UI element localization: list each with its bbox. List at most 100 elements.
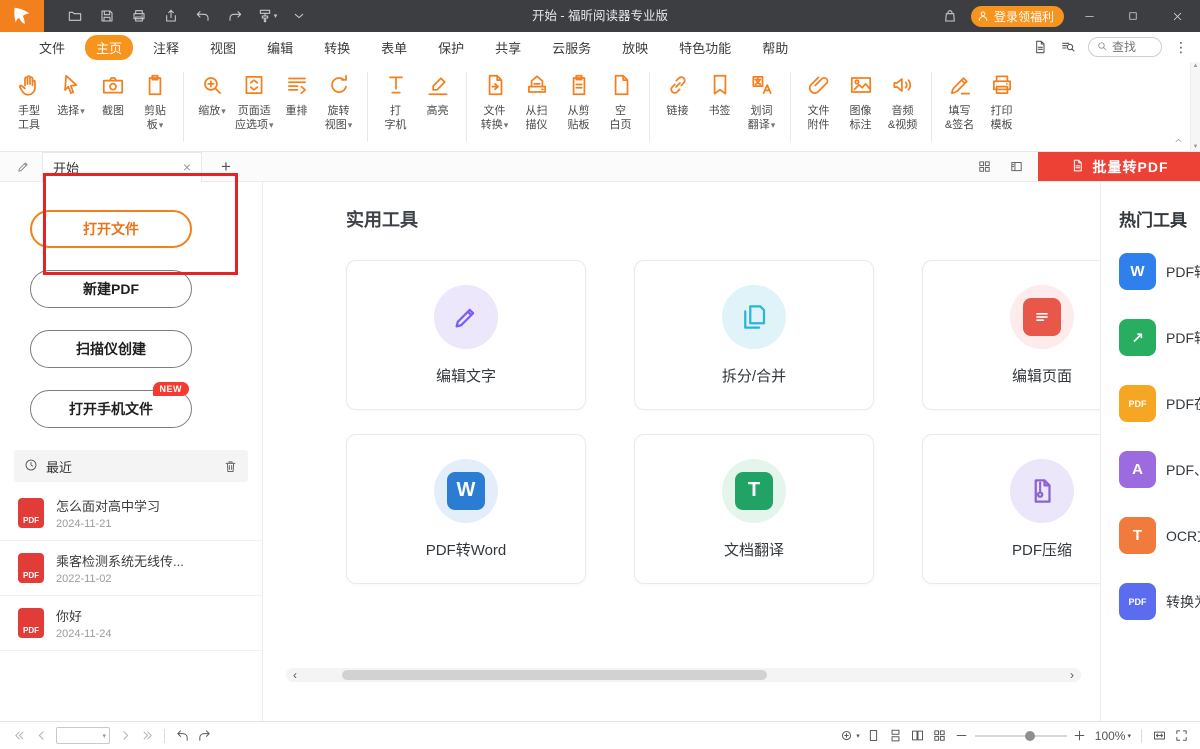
ribbon-word-translate[interactable]: 划词翻译▾: [741, 70, 783, 134]
ribbon-select-tool[interactable]: 选择▾: [50, 70, 92, 119]
menu-cloud[interactable]: 云服务: [541, 35, 602, 60]
scroll-left-button[interactable]: ‹: [286, 668, 304, 682]
new-tab-button[interactable]: +: [214, 157, 238, 177]
ribbon-link[interactable]: 链接: [657, 70, 699, 119]
recent-file-item[interactable]: PDF怎么面对高中学习2024-11-21: [0, 486, 262, 541]
fit-width-button[interactable]: [1148, 722, 1170, 749]
previous-view-button[interactable]: [171, 722, 193, 749]
pdf-compress-card[interactable]: PDF压缩: [922, 434, 1100, 584]
scroll-thumb[interactable]: [342, 670, 767, 680]
menu-view[interactable]: 视图: [199, 35, 247, 60]
ribbon-hand-tool[interactable]: 手型工具: [8, 70, 50, 134]
search-box[interactable]: [1088, 37, 1162, 57]
quad-view-button[interactable]: [929, 722, 951, 749]
clear-recent-button[interactable]: [223, 459, 238, 474]
tab-start[interactable]: 开始 ×: [42, 152, 202, 182]
ribbon-from-clipboard[interactable]: 从剪贴板: [558, 70, 600, 134]
foxit-logo[interactable]: [0, 0, 44, 32]
ribbon-rotate-view[interactable]: 旋转视图▾: [318, 70, 360, 134]
close-button[interactable]: [1158, 0, 1196, 32]
ribbon-reflow[interactable]: 重排: [276, 70, 318, 119]
doc-translate-card[interactable]: T文档翻译: [634, 434, 874, 584]
page-number-input[interactable]: ▾: [56, 727, 110, 744]
last-page-button[interactable]: [136, 722, 158, 749]
ribbon-page-fit-options[interactable]: 页面适应选项▾: [233, 70, 276, 134]
zoom-out-button[interactable]: [951, 722, 973, 749]
minimize-button[interactable]: [1070, 0, 1108, 32]
find-replace-icon[interactable]: [1060, 39, 1076, 55]
first-page-button[interactable]: [8, 722, 30, 749]
zoom-in-button[interactable]: [1069, 722, 1091, 749]
open-file-button[interactable]: 打开文件: [30, 210, 192, 248]
menu-share[interactable]: 共享: [484, 35, 532, 60]
scroll-track[interactable]: [304, 668, 1063, 682]
hot-pdf-to-word[interactable]: WPDF转: [1119, 253, 1200, 290]
store-icon[interactable]: [935, 0, 965, 32]
open-file-button[interactable]: [60, 0, 90, 32]
horizontal-scrollbar[interactable]: ‹ ›: [286, 668, 1081, 682]
save-button[interactable]: [92, 0, 122, 32]
batch-convert-pdf-banner[interactable]: 批量转PDF: [1038, 152, 1200, 181]
facing-view-button[interactable]: [907, 722, 929, 749]
menu-file[interactable]: 文件: [28, 35, 76, 60]
panel-view-icon[interactable]: [1000, 152, 1032, 181]
ribbon-file-attachment[interactable]: 文件附件: [798, 70, 840, 134]
zoom-level[interactable]: 100%▾: [1095, 729, 1131, 743]
print-button[interactable]: [124, 0, 154, 32]
edit-pages-card[interactable]: 编辑页面: [922, 260, 1100, 410]
ribbon-print-template[interactable]: 打印模板: [981, 70, 1023, 134]
ribbon-zoom[interactable]: 缩放▾: [191, 70, 233, 119]
ribbon-clipboard[interactable]: 剪贴板▾: [134, 70, 176, 134]
collapse-ribbon-button[interactable]: [1173, 134, 1184, 149]
hot-convert-to[interactable]: PDF转换为: [1119, 583, 1200, 620]
login-button[interactable]: 登录领福利: [971, 6, 1064, 27]
hot-pdf-tools[interactable]: APDF、: [1119, 451, 1200, 488]
ribbon-bookmark[interactable]: 书签: [699, 70, 741, 119]
search-input[interactable]: [1112, 40, 1148, 54]
recent-file-item[interactable]: PDF你好2024-11-24: [0, 596, 262, 651]
continuous-view-button[interactable]: [885, 722, 907, 749]
fullscreen-button[interactable]: [1170, 722, 1192, 749]
menu-convert[interactable]: 转换: [313, 35, 361, 60]
create-pdf-button[interactable]: 新建PDF: [30, 270, 192, 308]
grid-view-icon[interactable]: [968, 152, 1000, 181]
menu-form[interactable]: 表单: [370, 35, 418, 60]
recent-file-item[interactable]: PDF乘客检测系统无线传...2022-11-02: [0, 541, 262, 596]
more-menu-icon[interactable]: ⋮: [1174, 39, 1188, 56]
export-button[interactable]: [156, 0, 186, 32]
ribbon-scrollbar[interactable]: ▲▼: [1190, 62, 1200, 151]
pdf-to-word-card[interactable]: WPDF转Word: [346, 434, 586, 584]
split-merge-card[interactable]: 拆分/合并: [634, 260, 874, 410]
zoom-slider[interactable]: [975, 722, 1067, 749]
open-mobile-file-button[interactable]: 打开手机文件NEW: [30, 390, 192, 428]
prev-page-button[interactable]: [30, 722, 52, 749]
ribbon-from-scanner[interactable]: 从扫描仪: [516, 70, 558, 134]
edit-text-card[interactable]: 编辑文字: [346, 260, 586, 410]
maximize-button[interactable]: [1114, 0, 1152, 32]
single-page-view-button[interactable]: [863, 722, 885, 749]
menu-help[interactable]: 帮助: [751, 35, 799, 60]
zoom-slider-thumb[interactable]: [1025, 731, 1035, 741]
quick-access-customize-button[interactable]: [284, 0, 314, 32]
zoom-tool-button[interactable]: ▾: [836, 722, 863, 749]
ribbon-snapshot[interactable]: 截图: [92, 70, 134, 119]
menu-protect[interactable]: 保护: [427, 35, 475, 60]
ribbon-fill-sign[interactable]: 填写&签名: [939, 70, 981, 134]
menu-edit[interactable]: 编辑: [256, 35, 304, 60]
ribbon-image-annotation[interactable]: 图像标注: [840, 70, 882, 134]
ribbon-typewriter[interactable]: 打字机: [375, 70, 417, 134]
menu-present[interactable]: 放映: [611, 35, 659, 60]
hot-pdf-convert[interactable]: ↗PDF转: [1119, 319, 1200, 356]
ribbon-file-convert[interactable]: 文件转换▾: [474, 70, 516, 134]
hot-pdf-online[interactable]: PDFPDF在: [1119, 385, 1200, 422]
menu-comment[interactable]: 注释: [142, 35, 190, 60]
next-view-button[interactable]: [193, 722, 215, 749]
hot-ocr[interactable]: TOCR文: [1119, 517, 1200, 554]
format-brush-button[interactable]: ▾: [252, 0, 282, 32]
read-mode-icon[interactable]: [1032, 39, 1048, 55]
ribbon-highlight[interactable]: 高亮: [417, 70, 459, 119]
menu-home[interactable]: 主页: [85, 35, 133, 60]
rename-tab-icon[interactable]: [10, 159, 36, 174]
scroll-right-button[interactable]: ›: [1063, 668, 1081, 682]
next-page-button[interactable]: [114, 722, 136, 749]
